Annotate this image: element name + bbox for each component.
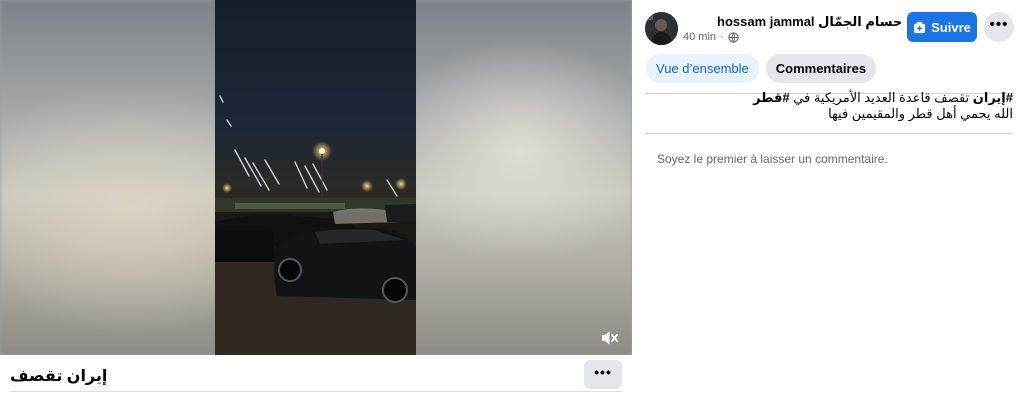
post-timestamp[interactable]: 40 min [683, 31, 716, 43]
video-more-options-button[interactable]: ••• [584, 360, 622, 389]
post-meta: 40 min · [683, 31, 739, 43]
follow-button[interactable]: Suivre [907, 12, 977, 42]
mute-button[interactable] [598, 327, 622, 349]
post-more-options-button[interactable]: ••• [984, 12, 1014, 42]
post-tabs: Vue d’ensemble Commentaires [646, 54, 877, 83]
post-text: #إيران تقصف قاعدة العديد الأمريكية في #ق… [645, 90, 1013, 122]
caption-divider [10, 391, 622, 392]
video-scene [215, 95, 416, 355]
post-text-line-2: الله يحمي أهل قطر والمقيمين فيها [828, 106, 1013, 121]
speaker-muted-icon [602, 331, 618, 345]
post-text-line-1: #إيران تقصف قاعدة العديد الأمريكية في #ق… [645, 90, 1013, 106]
more-dots-icon: ••• [989, 15, 1009, 33]
video-caption-bar: إيران تقصف ••• [0, 355, 632, 402]
meta-separator: · [720, 31, 724, 43]
globe-icon [728, 31, 739, 43]
follow-label: Suivre [931, 19, 971, 35]
empty-comments-message: Soyez le premier à laisser un commentair… [657, 152, 888, 166]
author-avatar[interactable] [645, 12, 678, 45]
author-name-link[interactable]: hossam jammal حسام الجمّال [717, 14, 902, 30]
post-text-body-1: تقصف قاعدة العديد الأمريكية في [789, 90, 973, 105]
post-text-divider [645, 133, 1013, 134]
hashtag-qatar-link[interactable]: #قطر [753, 90, 790, 105]
video-title: إيران تقصف [10, 368, 108, 385]
facebook-video-viewer: إيران تقصف ••• hossam jammal حسام الجمّا… [0, 0, 1027, 402]
post-side-panel: hossam jammal حسام الجمّال 40 min · Suiv… [632, 0, 1027, 402]
tab-overview[interactable]: Vue d’ensemble [646, 54, 759, 83]
video-frame[interactable] [215, 0, 416, 355]
tab-comments[interactable]: Commentaires [765, 54, 877, 83]
video-player[interactable] [0, 0, 632, 355]
more-dots-icon: ••• [594, 364, 612, 380]
avatar-image [645, 12, 678, 45]
follow-icon [914, 21, 926, 33]
hashtag-iran-link[interactable]: #إيران [973, 90, 1013, 105]
